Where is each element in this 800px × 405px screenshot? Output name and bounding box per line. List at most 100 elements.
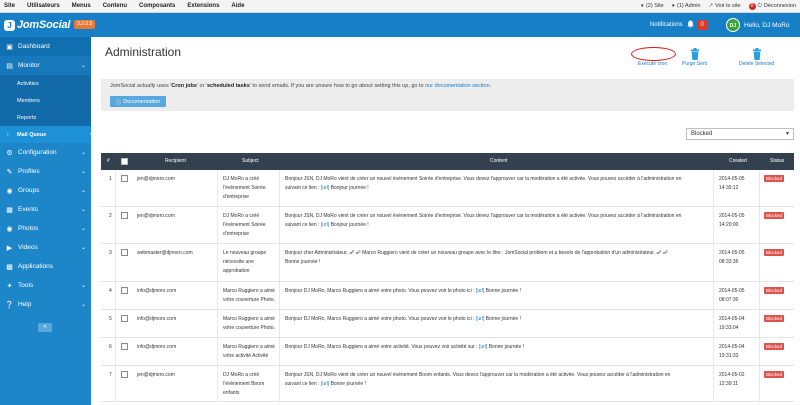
row-checkbox[interactable]: [121, 315, 128, 322]
table-row: 4 info@djmoro.com Marco Ruggiero a aimé vot…: [101, 282, 794, 310]
logout-link[interactable]: 0 ⏻ Déconnexion: [748, 0, 796, 13]
wrench-icon: ✦: [6, 282, 13, 290]
col-recipient: Recipient: [165, 158, 186, 164]
col-created: Created: [729, 158, 747, 164]
row-recipient: jen@djmoro.com: [137, 372, 175, 378]
notifications[interactable]: Notifications 0: [650, 19, 707, 31]
bell-icon: [686, 20, 694, 30]
sidebar-item-groups[interactable]: ◉ Groups ⌄: [0, 181, 91, 200]
row-subject-line: DJ MoRo a créé: [223, 176, 260, 182]
table-row: 2 jen@djmoro.com DJ MoRo a créé l'évènement…: [101, 207, 794, 244]
table-body: 1 jen@djmoro.com DJ MoRo a créé l'évènement…: [101, 170, 794, 402]
sidebar: ▣ Dashboard ▤ Monitor ⌄ Activities Membe…: [0, 37, 96, 405]
url-link[interactable]: [url]: [476, 288, 484, 294]
url-link[interactable]: [url]: [479, 344, 487, 350]
site-users-link[interactable]: ● (2) Site: [641, 0, 664, 13]
sidebar-item-profiles[interactable]: ✎ Profiles ⌄: [0, 162, 91, 181]
sidebar-subitem-mail-queue[interactable]: › Mail Queue: [0, 126, 96, 143]
row-content-line: Bonjour JSN, DJ MoRo vient de créer un n…: [285, 213, 682, 219]
execute-cron-button[interactable]: Execute cron: [638, 48, 667, 74]
row-created-line: 2014-05-05: [719, 213, 745, 219]
row-content-line: Bonjour DJ MoRo, Marco Ruggiero a aimé v…: [285, 344, 525, 350]
row-checkbox[interactable]: [121, 287, 128, 294]
url-link[interactable]: [url]: [321, 185, 329, 191]
sidebar-collapse-button[interactable]: «: [38, 323, 52, 332]
sidebar-item-applications[interactable]: ▩ Applications: [0, 257, 91, 276]
sidebar-item-help[interactable]: ❔ Help ⌄: [0, 295, 91, 314]
power-icon: ⏻: [757, 3, 762, 9]
url-link[interactable]: [url]: [321, 222, 329, 228]
status-badge: Blocked: [764, 371, 785, 378]
notifications-count: 0: [697, 20, 707, 30]
row-created-line: 2014-05-05: [719, 288, 745, 294]
row-subject-line: votre couverture Photo.: [223, 325, 275, 331]
menu-site[interactable]: Site: [4, 0, 15, 13]
trash-icon: [752, 48, 761, 60]
purge-sent-button[interactable]: Purge Sent: [682, 48, 707, 74]
app-header: J JomSocial 3.2.0.5 Notifications 0 DJ H…: [0, 13, 800, 37]
sidebar-item-monitor[interactable]: ▤ Monitor ⌄: [0, 56, 91, 75]
sidebar-subitem-members[interactable]: Members: [0, 92, 91, 109]
dashboard-icon: ▣: [6, 43, 13, 51]
col-num: #: [107, 158, 110, 164]
sidebar-item-tools[interactable]: ✦ Tools ⌄: [0, 276, 91, 295]
user-greeting: Hello, DJ MoRo: [744, 21, 790, 29]
status-badge: Blocked: [764, 175, 785, 182]
sidebar-item-events[interactable]: ▦ Events ⌄: [0, 200, 91, 219]
menu-users[interactable]: Utilisateurs: [27, 0, 60, 13]
sidebar-subitem-reports[interactable]: Reports: [0, 109, 91, 126]
caret-down-icon: ▼: [785, 131, 790, 137]
chevron-down-icon: ⌄: [80, 169, 86, 175]
row-content-line: suivant ce lien : [url] Bonne journée !: [285, 381, 366, 387]
chevron-down-icon: ⌄: [80, 150, 86, 156]
row-created-line: 2014-05-02: [719, 372, 745, 378]
url-link[interactable]: [url]: [476, 316, 484, 322]
row-subject-line: l'évènement Boom: [223, 381, 265, 387]
row-checkbox[interactable]: [121, 212, 128, 219]
row-subject-line: votre activité Activité: [223, 353, 269, 359]
status-filter-select[interactable]: Blocked ▼: [686, 128, 794, 140]
menu-extensions[interactable]: Extensions: [187, 0, 219, 13]
mail-queue-table: # Recipient Subject Content Created Stat…: [101, 153, 794, 402]
url-link[interactable]: [url]: [321, 381, 329, 387]
menu-menus[interactable]: Menus: [72, 0, 91, 13]
delete-selected-button[interactable]: Delete Selected: [739, 48, 774, 74]
sidebar-item-dashboard[interactable]: ▣ Dashboard: [0, 37, 91, 56]
row-number: 3: [109, 250, 112, 256]
groups-icon: ◉: [6, 187, 13, 195]
documentation-link[interactable]: our documentation section: [425, 83, 490, 89]
table-row: 1 jen@djmoro.com DJ MoRo a créé l'évènement…: [101, 170, 794, 207]
version-badge: 3.2.0.5: [74, 20, 96, 29]
status-badge: Blocked: [764, 343, 785, 350]
row-recipient: webmaster@djmoro.com: [137, 250, 193, 256]
row-created-line: 08:33:36: [719, 259, 739, 265]
sidebar-subitem-activities[interactable]: Activities: [0, 75, 91, 92]
row-subject-line: DJ MoRo a créé: [223, 372, 260, 378]
menu-components[interactable]: Composants: [139, 0, 175, 13]
select-all-checkbox[interactable]: [121, 158, 128, 165]
status-badge: Blocked: [764, 212, 785, 219]
row-created-line: 19:31:33: [719, 353, 739, 359]
row-created-line: 14:39:12: [719, 185, 739, 191]
row-created-line: 19:33:04: [719, 325, 739, 331]
info-icon: ⓘ: [115, 99, 122, 106]
sidebar-item-videos[interactable]: ▶ Videos ⌄: [0, 238, 91, 257]
row-checkbox[interactable]: [121, 343, 128, 350]
menu-content[interactable]: Contenu: [103, 0, 127, 13]
row-subject-line: Marco Ruggiero a aimé: [223, 316, 275, 322]
user-menu[interactable]: DJ Hello, DJ MoRo: [726, 18, 790, 32]
row-checkbox[interactable]: [121, 371, 128, 378]
row-checkbox[interactable]: [121, 175, 128, 182]
row-number: 4: [109, 288, 112, 294]
row-checkbox[interactable]: [121, 249, 128, 256]
menu-help[interactable]: Aide: [231, 0, 244, 13]
row-created-line: 2014-05-04: [719, 344, 745, 350]
sidebar-item-photos[interactable]: ◉ Photos ⌄: [0, 219, 91, 238]
admin-users-link[interactable]: ● (1) Admin: [672, 0, 701, 13]
chevron-down-icon: ⌄: [80, 283, 86, 289]
documentation-button[interactable]: ⓘ Documentation: [110, 96, 166, 107]
sidebar-item-configuration[interactable]: ⚙ Configuration ⌄: [0, 143, 91, 162]
view-site-link[interactable]: ↗ Voir le site: [709, 0, 741, 13]
jomsocial-logo[interactable]: J JomSocial: [4, 18, 70, 32]
row-subject-line: nécessite une: [223, 259, 254, 265]
